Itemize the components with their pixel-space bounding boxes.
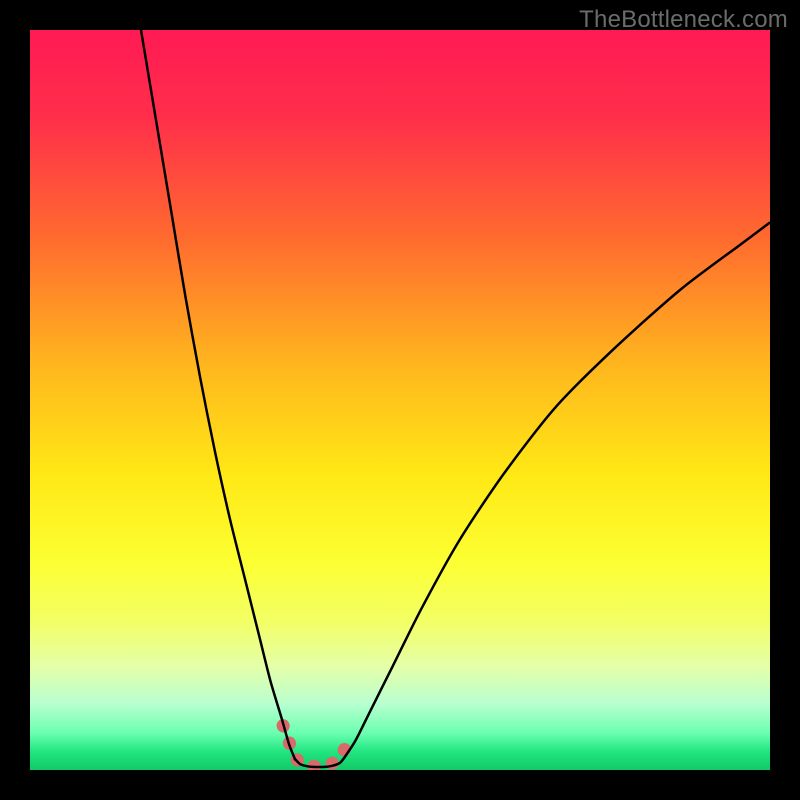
gradient-background xyxy=(30,30,770,770)
watermark-text: TheBottleneck.com xyxy=(579,6,788,34)
chart-svg xyxy=(30,30,770,770)
plot-area xyxy=(30,30,770,770)
chart-frame: TheBottleneck.com xyxy=(0,0,800,800)
